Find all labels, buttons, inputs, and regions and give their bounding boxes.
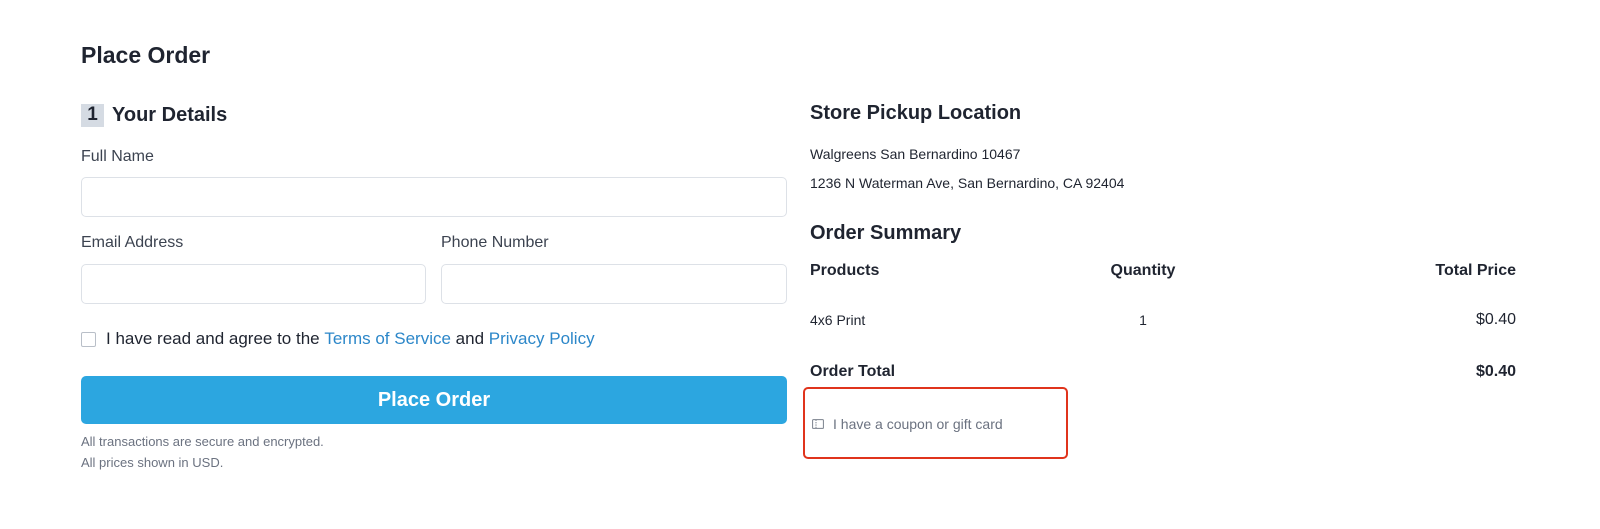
step-title: Your Details [112, 103, 228, 126]
phone-label: Phone Number [441, 234, 549, 251]
your-details-section: 1 Your Details Full Name Email Address P… [81, 102, 787, 470]
usd-note: All prices shown in USD. [81, 455, 224, 470]
coupon-gift-card-link[interactable]: I have a coupon or gift card [812, 416, 1003, 432]
agree-and-text: and [455, 329, 485, 348]
agree-terms-checkbox[interactable] [81, 331, 96, 347]
place-order-page: Place Order 1 Your Details Full Name Ema… [0, 0, 1600, 529]
step-heading: 1 Your Details [81, 102, 787, 128]
products-header: Products [810, 262, 880, 279]
store-address: 1236 N Waterman Ave, San Bernardino, CA … [810, 175, 1125, 191]
privacy-policy-link[interactable]: Privacy Policy [489, 329, 595, 349]
table-row-quantity: 1 [1139, 312, 1147, 328]
terms-of-service-link[interactable]: Terms of Service [324, 329, 451, 349]
quantity-header: Quantity [1110, 262, 1176, 279]
agree-prefix-text: I have read and agree to the [106, 329, 320, 348]
place-order-button[interactable]: Place Order [81, 376, 787, 424]
total-price-header: Total Price [1435, 262, 1516, 279]
email-input[interactable] [81, 264, 426, 304]
secure-note: All transactions are secure and encrypte… [81, 434, 324, 449]
step-number-badge: 1 [81, 103, 104, 127]
order-summary-title: Order Summary [810, 222, 962, 244]
store-pickup-title: Store Pickup Location [810, 102, 1022, 124]
order-total-label: Order Total [810, 363, 896, 380]
email-label: Email Address [81, 234, 184, 251]
coupon-link-label: I have a coupon or gift card [833, 416, 1003, 432]
table-row-product: 4x6 Print [810, 312, 866, 328]
agree-terms-row: I have read and agree to the Terms of Se… [81, 329, 595, 349]
order-total-value: $0.40 [1475, 363, 1516, 380]
full-name-input[interactable] [81, 177, 787, 217]
table-row-price: $0.40 [1475, 311, 1516, 328]
full-name-label: Full Name [81, 148, 154, 165]
phone-input[interactable] [441, 264, 787, 304]
ticket-icon [812, 419, 824, 429]
store-name: Walgreens San Bernardino 10467 [810, 146, 1021, 162]
page-title: Place Order [81, 42, 211, 68]
